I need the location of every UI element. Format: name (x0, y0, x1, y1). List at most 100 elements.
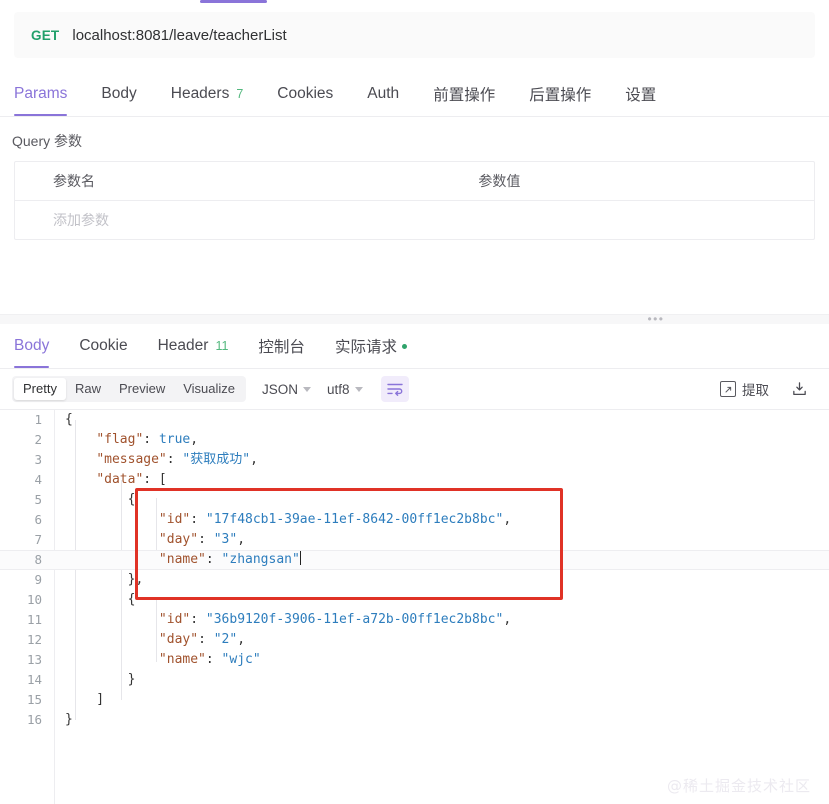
table-header-row: 参数名 参数值 (15, 162, 814, 201)
tab-params[interactable]: Params (14, 72, 68, 116)
tab-post-operation[interactable]: 后置操作 (529, 72, 591, 116)
response-tab-cookie-label: Cookie (79, 337, 128, 354)
splitter-handle-icon[interactable]: ••• (648, 313, 665, 325)
tab-pre-operation[interactable]: 前置操作 (433, 72, 495, 116)
line-number: 13 (26, 652, 42, 667)
top-tab-strip (0, 0, 829, 6)
extract-box-icon (720, 381, 736, 397)
tab-headers-label: Headers (170, 85, 230, 102)
response-tab-body[interactable]: Body (14, 324, 50, 368)
tab-cookies[interactable]: Cookies (277, 72, 333, 116)
line-number: 4 (34, 472, 42, 487)
tab-params-label: Params (14, 85, 68, 102)
view-mode-segmented-control: Pretty Raw Preview Visualize (12, 376, 247, 402)
code-line[interactable]: 1{ (0, 410, 829, 430)
code-line[interactable]: 8 "name": "zhangsan" (0, 550, 829, 570)
json-code-block[interactable]: 1{2 "flag": true, 3 "message": "获取成功", 4 "… (0, 410, 829, 730)
line-number: 10 (26, 592, 42, 607)
tab-body[interactable]: Body (101, 72, 136, 116)
download-icon (792, 381, 806, 395)
response-tab-body-label: Body (14, 337, 50, 354)
code-line[interactable]: 15 ] (0, 690, 829, 710)
line-number: 8 (34, 552, 42, 567)
tab-cookies-label: Cookies (277, 85, 334, 102)
format-select-value: JSON (262, 381, 299, 397)
line-number: 16 (26, 712, 42, 727)
line-number: 12 (26, 632, 42, 647)
tab-auth[interactable]: Auth (367, 72, 399, 116)
code-line[interactable]: 4 "data": [ (0, 470, 829, 490)
response-tab-actual-request-label: 实际请求 (334, 339, 397, 356)
code-line[interactable]: 11 "id": "36b9120f-3906-11ef-a72b-00ff1e… (0, 610, 829, 630)
pane-splitter[interactable]: ••• (0, 313, 829, 325)
code-line-text: "message": "获取成功", (96, 452, 258, 467)
line-number: 5 (34, 492, 42, 507)
extract-button-label: 提取 (742, 383, 769, 398)
response-tab-header-label: Header (157, 337, 209, 354)
toolbar-right-actions: 提取 (720, 379, 817, 399)
code-line[interactable]: 16} (0, 710, 829, 730)
tab-post-operation-label: 后置操作 (529, 87, 592, 104)
line-number: 15 (26, 692, 42, 707)
code-line[interactable]: 14 } (0, 670, 829, 690)
response-body-editor[interactable]: 1{2 "flag": true, 3 "message": "获取成功", 4 "… (0, 409, 829, 804)
code-line[interactable]: 5 { (0, 490, 829, 510)
code-line-text: "data": [ (96, 472, 167, 487)
code-line[interactable]: 2 "flag": true, (0, 430, 829, 450)
text-cursor (299, 551, 302, 565)
code-line[interactable]: 3 "message": "获取成功", (0, 450, 829, 470)
tab-settings[interactable]: 设置 (625, 72, 656, 116)
code-line-text: "flag": true, (96, 432, 199, 447)
url-input[interactable]: localhost:8081/leave/teacherList (72, 27, 286, 44)
tab-settings-label: 设置 (625, 87, 657, 104)
add-param-placeholder[interactable]: 添加参数 (15, 210, 478, 230)
api-client-window: GET localhost:8081/leave/teacherList Par… (0, 0, 829, 804)
view-mode-raw[interactable]: Raw (66, 378, 110, 400)
http-method-label[interactable]: GET (14, 28, 59, 43)
download-button[interactable] (789, 379, 809, 399)
active-tab-indicator (200, 0, 267, 3)
tab-body-label: Body (101, 85, 137, 102)
query-params-label: Query 参数 (12, 133, 83, 149)
response-tab-actual-request[interactable]: 实际请求 (335, 324, 407, 368)
line-number: 3 (34, 452, 42, 467)
view-mode-preview[interactable]: Preview (110, 378, 174, 400)
code-line[interactable]: 10 { (0, 590, 829, 610)
status-dot-icon (401, 343, 407, 349)
code-line-text: "day": "3", (158, 532, 246, 547)
code-line-text: { (65, 412, 73, 427)
line-number: 6 (34, 512, 42, 527)
code-line-text: "id": "17f48cb1-39ae-11ef-8642-00ff1ec2b… (158, 512, 512, 527)
code-line[interactable]: 12 "day": "2", (0, 630, 829, 650)
tab-headers[interactable]: Headers 7 (171, 72, 244, 116)
wrap-text-icon (386, 383, 403, 396)
code-line-text: } (65, 712, 73, 727)
column-header-param-value: 参数值 (478, 173, 521, 189)
wrap-text-button[interactable] (380, 376, 409, 402)
line-number: 2 (34, 432, 42, 447)
code-line-text: "day": "2", (158, 632, 246, 647)
code-line[interactable]: 9 }, (0, 570, 829, 590)
response-tab-cookie[interactable]: Cookie (79, 324, 127, 368)
response-tab-console[interactable]: 控制台 (258, 324, 305, 368)
encoding-select[interactable]: utf8 (327, 382, 363, 397)
code-line-text: { (65, 592, 136, 607)
code-line[interactable]: 6 "id": "17f48cb1-39ae-11ef-8642-00ff1ec… (0, 510, 829, 530)
table-row[interactable]: 添加参数 (15, 201, 814, 239)
view-mode-pretty[interactable]: Pretty (14, 378, 66, 400)
code-line-text: "name": "wjc" (158, 652, 261, 667)
response-header-count-badge: 11 (215, 339, 229, 353)
line-number: 9 (34, 572, 42, 587)
extract-button[interactable]: 提取 (720, 379, 769, 399)
response-tab-header[interactable]: Header 11 (158, 324, 229, 368)
code-line[interactable]: 7 "day": "3", (0, 530, 829, 550)
code-line[interactable]: 13 "name": "wjc" (0, 650, 829, 670)
response-tab-console-label: 控制台 (258, 339, 305, 356)
url-bar[interactable]: GET localhost:8081/leave/teacherList (14, 12, 815, 58)
view-mode-visualize[interactable]: Visualize (174, 378, 244, 400)
format-select[interactable]: JSON (262, 381, 312, 397)
query-params-table: 参数名 参数值 添加参数 (14, 161, 815, 240)
line-number: 7 (34, 532, 42, 547)
chevron-down-icon (303, 386, 312, 392)
code-line-text: { (65, 492, 136, 507)
